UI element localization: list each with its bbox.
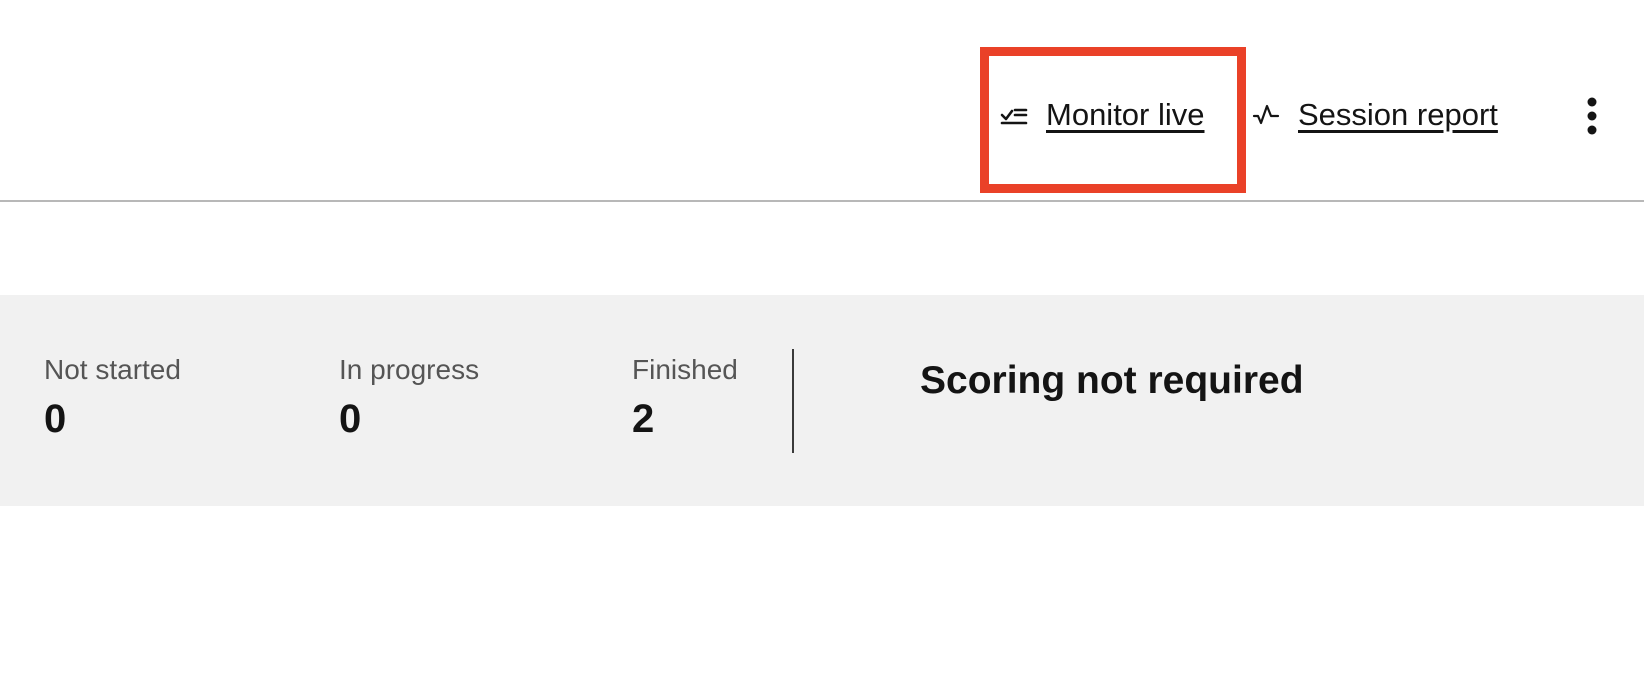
stat-value: 2 xyxy=(632,397,655,441)
more-options-button[interactable] xyxy=(1574,92,1610,140)
stat-label: In progress xyxy=(339,354,480,385)
checklist-icon xyxy=(1000,103,1028,127)
stat-not-started: Not started 0 xyxy=(44,353,181,441)
stat-label: Finished xyxy=(632,354,738,385)
stat-in-progress: In progress 0 xyxy=(339,353,479,441)
scoring-status: Scoring not required xyxy=(920,359,1304,402)
stat-label: Not started xyxy=(44,354,181,385)
monitor-live-label: Monitor live xyxy=(1046,97,1205,132)
session-report-label: Session report xyxy=(1298,97,1498,132)
top-action-bar: Monitor live Session report xyxy=(0,0,1644,202)
summary-divider xyxy=(792,349,794,453)
session-summary: Not started 0 In progress 0 Finished 2 S… xyxy=(0,295,1644,506)
stat-value: 0 xyxy=(44,397,67,441)
session-report-link[interactable]: Session report xyxy=(1252,90,1498,140)
stat-finished: Finished 2 xyxy=(632,353,738,441)
more-vertical-icon xyxy=(1586,96,1598,136)
stat-value: 0 xyxy=(339,397,362,441)
activity-icon xyxy=(1252,101,1280,129)
page: Monitor live Session report Not started … xyxy=(0,0,1644,690)
monitor-live-link[interactable]: Monitor live xyxy=(1000,90,1205,140)
